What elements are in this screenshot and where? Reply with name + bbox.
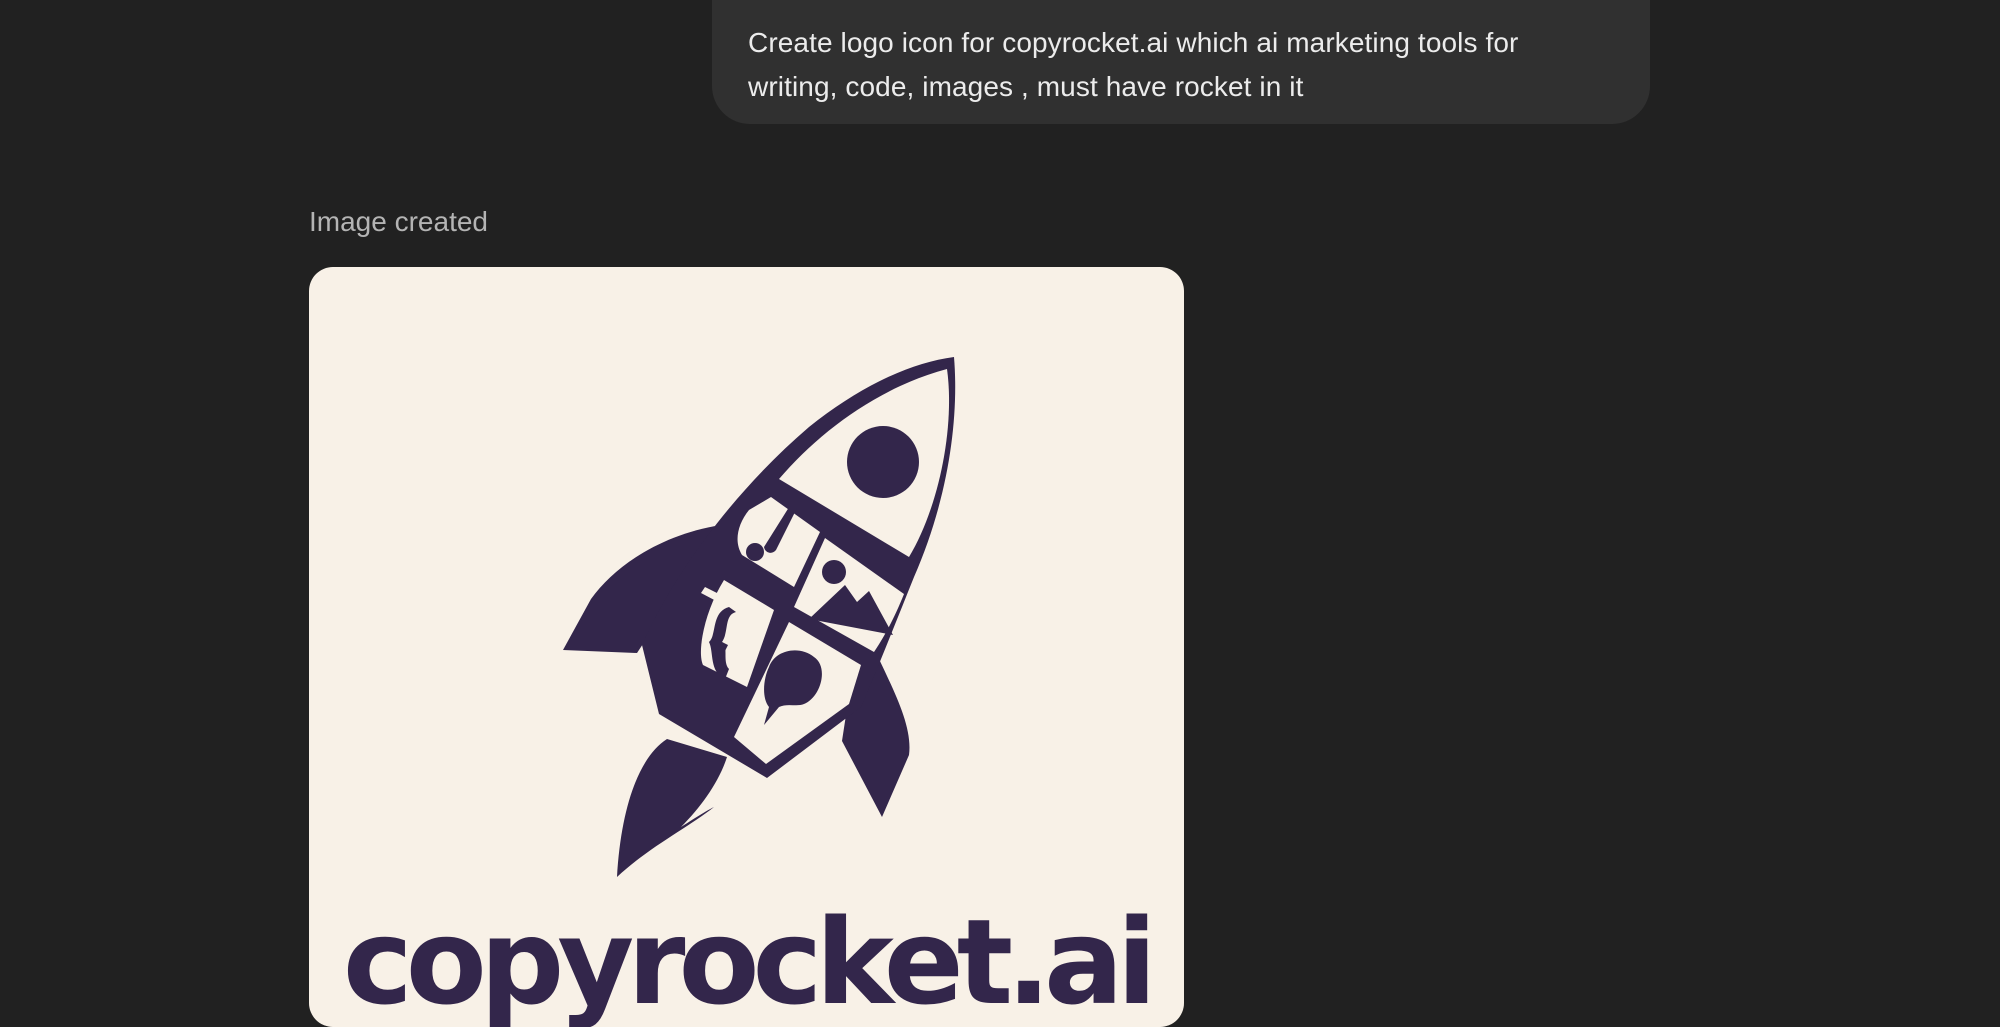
- logo-wordmark: copyrocket.ai: [342, 893, 1157, 1027]
- user-message-bubble: Create logo icon for copyrocket.ai which…: [712, 0, 1650, 124]
- pen-nib-dot: [746, 543, 764, 561]
- image-created-label: Image created: [309, 206, 488, 237]
- image-sun-icon: [822, 560, 846, 584]
- user-message-text: Create logo icon for copyrocket.ai which…: [748, 27, 1519, 102]
- rocket-flame: [617, 739, 727, 877]
- generated-image[interactable]: copyrocket.ai: [309, 267, 1184, 1027]
- rocket-logo-icon: [563, 357, 956, 877]
- rocket-porthole: [847, 426, 919, 498]
